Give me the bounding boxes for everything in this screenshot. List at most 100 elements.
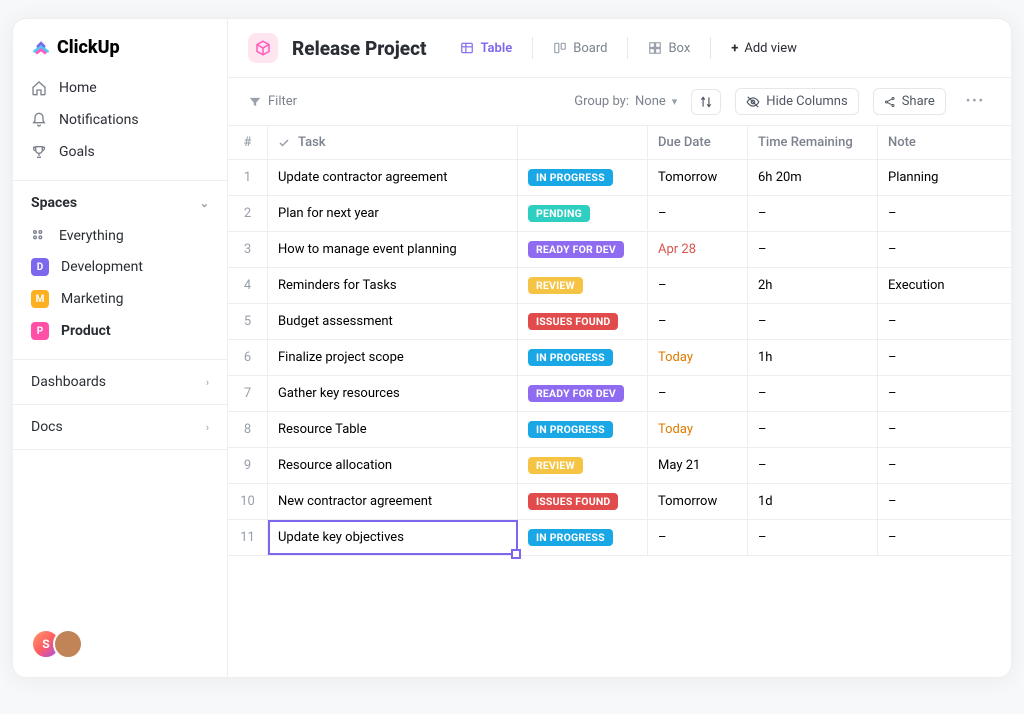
cell-due[interactable]: Apr 28 [648, 232, 748, 267]
hide-columns-button[interactable]: Hide Columns [735, 88, 858, 115]
cell-time[interactable]: 2h [748, 268, 878, 303]
table-row[interactable]: 9 Resource allocation REVIEW May 21 – – [228, 448, 1011, 484]
col-time[interactable]: Time Remaining [748, 126, 878, 159]
cell-task[interactable]: How to manage event planning [268, 232, 518, 267]
cell-task[interactable]: Budget assessment [268, 304, 518, 339]
cell-task[interactable]: Finalize project scope [268, 340, 518, 375]
groupby-button[interactable]: Group by: None ▾ [574, 94, 677, 109]
cell-due[interactable]: – [648, 376, 748, 411]
cell-task[interactable]: Update key objectives [268, 520, 518, 555]
cell-num: 8 [228, 412, 268, 447]
cell-time[interactable]: – [748, 448, 878, 483]
table-row[interactable]: 5 Budget assessment ISSUES FOUND – – – [228, 304, 1011, 340]
cell-status[interactable]: IN PROGRESS [518, 412, 648, 447]
sort-button[interactable] [691, 89, 721, 115]
sidebar-item-product[interactable]: P Product [21, 315, 219, 347]
more-button[interactable]: ••• [960, 90, 991, 113]
tab-board[interactable]: Board [543, 35, 617, 62]
nav-home[interactable]: Home [21, 72, 219, 104]
cell-note[interactable]: – [878, 376, 1008, 411]
cell-time[interactable]: – [748, 196, 878, 231]
cell-status[interactable]: IN PROGRESS [518, 520, 648, 555]
cell-note[interactable]: Planning [878, 160, 1008, 195]
cell-note[interactable]: – [878, 340, 1008, 375]
sidebar-item-dashboards[interactable]: Dashboards › [13, 360, 227, 405]
avatar[interactable] [53, 629, 83, 659]
cell-time[interactable]: – [748, 520, 878, 555]
cell-due[interactable]: – [648, 268, 748, 303]
tab-box[interactable]: Box [638, 35, 700, 62]
cell-note[interactable]: Execution [878, 268, 1008, 303]
spaces-header[interactable]: Spaces ⌄ [13, 181, 227, 221]
cell-note[interactable]: – [878, 412, 1008, 447]
project-icon[interactable] [248, 33, 278, 63]
cell-status[interactable]: REVIEW [518, 268, 648, 303]
cell-note[interactable]: – [878, 304, 1008, 339]
cell-note[interactable]: – [878, 484, 1008, 519]
col-num[interactable]: # [228, 126, 268, 159]
cell-note[interactable]: – [878, 196, 1008, 231]
sidebar-item-development[interactable]: D Development [21, 251, 219, 283]
col-task[interactable]: Task [268, 126, 518, 159]
cell-status[interactable]: ISSUES FOUND [518, 484, 648, 519]
brand-logo[interactable]: ClickUp [13, 19, 227, 72]
sidebar-item-marketing[interactable]: M Marketing [21, 283, 219, 315]
cell-status[interactable]: PENDING [518, 196, 648, 231]
cell-time[interactable]: – [748, 304, 878, 339]
cell-status[interactable]: READY FOR DEV [518, 232, 648, 267]
table-row[interactable]: 10 New contractor agreement ISSUES FOUND… [228, 484, 1011, 520]
chevron-right-icon: › [206, 421, 209, 434]
table-row[interactable]: 4 Reminders for Tasks REVIEW – 2h Execut… [228, 268, 1011, 304]
sidebar-item-docs[interactable]: Docs › [13, 405, 227, 450]
table-row[interactable]: 2 Plan for next year PENDING – – – [228, 196, 1011, 232]
filter-button[interactable]: Filter [248, 94, 297, 109]
table-row[interactable]: 3 How to manage event planning READY FOR… [228, 232, 1011, 268]
tab-label: Board [573, 41, 607, 56]
cell-status[interactable]: IN PROGRESS [518, 340, 648, 375]
cell-due[interactable]: Today [648, 340, 748, 375]
status-badge: READY FOR DEV [528, 385, 624, 402]
add-view-button[interactable]: + Add view [721, 35, 807, 62]
cell-status[interactable]: REVIEW [518, 448, 648, 483]
share-button[interactable]: Share [873, 88, 946, 115]
cell-due[interactable]: – [648, 304, 748, 339]
nav-notifications[interactable]: Notifications [21, 104, 219, 136]
table-row[interactable]: 1 Update contractor agreement IN PROGRES… [228, 160, 1011, 196]
table-row[interactable]: 11 Update key objectives IN PROGRESS – –… [228, 520, 1011, 556]
cell-task[interactable]: Reminders for Tasks [268, 268, 518, 303]
cell-status[interactable]: ISSUES FOUND [518, 304, 648, 339]
col-note[interactable]: Note [878, 126, 1008, 159]
cell-due[interactable]: Tomorrow [648, 484, 748, 519]
cell-note[interactable]: – [878, 448, 1008, 483]
table-row[interactable]: 8 Resource Table IN PROGRESS Today – – [228, 412, 1011, 448]
cell-note[interactable]: – [878, 520, 1008, 555]
cell-due[interactable]: Today [648, 412, 748, 447]
cell-due[interactable]: – [648, 196, 748, 231]
cell-status[interactable]: READY FOR DEV [518, 376, 648, 411]
cell-due[interactable]: May 21 [648, 448, 748, 483]
cell-task[interactable]: Gather key resources [268, 376, 518, 411]
table-row[interactable]: 6 Finalize project scope IN PROGRESS Tod… [228, 340, 1011, 376]
cell-task[interactable]: Update contractor agreement [268, 160, 518, 195]
cell-time[interactable]: – [748, 376, 878, 411]
cell-time[interactable]: 1h [748, 340, 878, 375]
cell-task[interactable]: Plan for next year [268, 196, 518, 231]
cell-task[interactable]: Resource allocation [268, 448, 518, 483]
tab-table[interactable]: Table [450, 35, 522, 62]
nav-goals[interactable]: Goals [21, 136, 219, 168]
cell-task[interactable]: New contractor agreement [268, 484, 518, 519]
cell-status[interactable]: IN PROGRESS [518, 160, 648, 195]
cell-time[interactable]: 6h 20m [748, 160, 878, 195]
cell-time[interactable]: – [748, 412, 878, 447]
sidebar-item-everything[interactable]: Everything [21, 221, 219, 251]
table-row[interactable]: 7 Gather key resources READY FOR DEV – –… [228, 376, 1011, 412]
col-due[interactable]: Due Date [648, 126, 748, 159]
cell-task[interactable]: Resource Table [268, 412, 518, 447]
cell-note[interactable]: – [878, 232, 1008, 267]
user-avatars[interactable]: S [31, 629, 75, 659]
cell-due[interactable]: – [648, 520, 748, 555]
cell-due[interactable]: Tomorrow [648, 160, 748, 195]
cell-time[interactable]: 1d [748, 484, 878, 519]
cell-time[interactable]: – [748, 232, 878, 267]
col-status[interactable] [518, 126, 648, 159]
